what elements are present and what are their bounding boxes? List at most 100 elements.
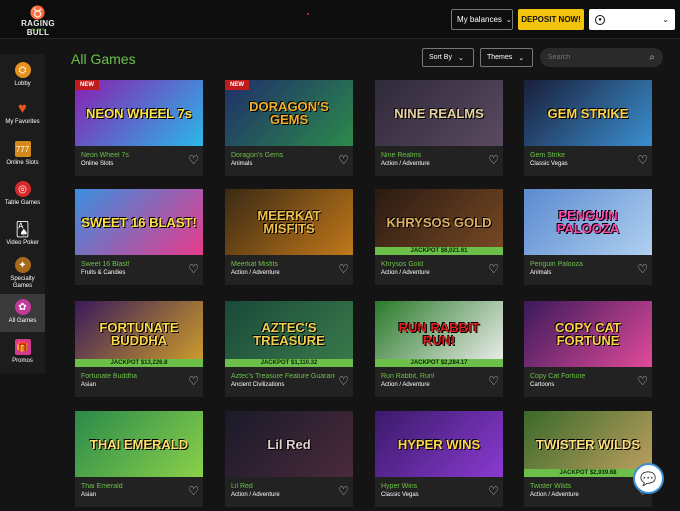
favorite-heart-icon[interactable]: ♡ (338, 154, 349, 166)
game-title[interactable]: Penguin Palooza (530, 261, 634, 268)
game-thumbnail[interactable]: SWEET 16 BLAST! (75, 189, 203, 255)
game-art-title: THAI EMERALD (89, 436, 189, 452)
jackpot-banner: JACKPOT $6,021.61 (375, 247, 503, 255)
game-category: Action / Adventure (381, 270, 430, 276)
game-card[interactable]: KHRYSOS GOLD JACKPOT $6,021.61 Khrysos Gol… (375, 189, 503, 285)
favorite-heart-icon[interactable]: ♡ (488, 263, 499, 275)
themes-dropdown[interactable]: Themes ⌄ (480, 48, 533, 67)
game-title[interactable]: Fortunate Buddha (81, 373, 185, 380)
game-thumbnail[interactable]: MEERKAT MISFITS (225, 189, 353, 255)
slot-machine-icon: 777 (14, 141, 31, 157)
specialty-icon: ✦ (14, 257, 31, 273)
game-card[interactable]: SWEET 16 BLAST! Sweet 16 Blast! Fruits & C… (75, 189, 203, 285)
game-art-title: Lil Red (267, 436, 311, 452)
game-title[interactable]: Copy Cat Fortune (530, 373, 634, 380)
favorite-heart-icon[interactable]: ♡ (188, 375, 199, 387)
favorite-heart-icon[interactable]: ♡ (637, 154, 648, 166)
game-title[interactable]: Hyper Wins (381, 483, 485, 490)
favorite-heart-icon[interactable]: ♡ (637, 263, 648, 275)
game-card[interactable]: Lil Red Lil Red Action / Adventure ♡ (225, 411, 353, 507)
jackpot-banner: JACKPOT $2,284.17 (375, 359, 503, 367)
game-card[interactable]: COPY CAT FORTUNE Copy Cat Fortune Cartoons… (524, 301, 652, 397)
sidebar-item-label: All Games (8, 318, 37, 324)
favorite-heart-icon[interactable]: ♡ (488, 375, 499, 387)
game-title[interactable]: Lil Red (231, 483, 335, 490)
bull-icon: ♉ (29, 5, 47, 20)
game-title[interactable]: Twister Wilds (530, 483, 634, 490)
game-title[interactable]: Doragon's Gems (231, 152, 335, 159)
favorite-heart-icon[interactable]: ♡ (637, 375, 648, 387)
game-card[interactable]: MEERKAT MISFITS Meerkat Misfits Action / A… (225, 189, 353, 285)
favorite-heart-icon[interactable]: ♡ (338, 263, 349, 275)
new-badge: NEW (225, 80, 249, 90)
game-card[interactable]: AZTEC'S TREASURE JACKPOT $1,110.32 Aztec's… (225, 301, 353, 397)
sidebar-item-my-favorites[interactable]: ♥ My Favorites (0, 97, 45, 133)
game-title[interactable]: Aztec's Treasure Feature Guarantee (231, 373, 335, 380)
favorite-heart-icon[interactable]: ♡ (488, 485, 499, 497)
game-card[interactable]: PENGUIN PALOOZA Penguin Palooza Animals ♡ (524, 189, 652, 285)
favorite-heart-icon[interactable]: ♡ (488, 154, 499, 166)
game-thumbnail[interactable]: KHRYSOS GOLD (375, 189, 503, 255)
sidebar-item-label: Video Poker (6, 240, 39, 246)
chat-bubble-icon: 💬 (640, 470, 657, 486)
game-title[interactable]: Neon Wheel 7s (81, 152, 185, 159)
sidebar-item-all-games[interactable]: ✿ All Games (0, 294, 45, 332)
game-thumbnail[interactable]: FORTUNATE BUDDHA (75, 301, 203, 367)
sort-by-label: Sort By (429, 54, 452, 61)
favorite-heart-icon[interactable]: ♡ (188, 263, 199, 275)
game-thumbnail[interactable]: GEM STRIKE (524, 80, 652, 146)
sidebar-item-table-games[interactable]: ◎ Table Games (0, 177, 45, 213)
game-title[interactable]: Khrysos Gold (381, 261, 485, 268)
game-title[interactable]: Nine Realms (381, 152, 485, 159)
game-thumbnail[interactable]: PENGUIN PALOOZA (524, 189, 652, 255)
favorite-heart-icon[interactable]: ♡ (338, 485, 349, 497)
favorite-heart-icon[interactable]: ♡ (338, 375, 349, 387)
game-title[interactable]: Thai Emerald (81, 483, 185, 490)
game-thumbnail[interactable]: NINE REALMS (375, 80, 503, 146)
game-title[interactable]: Run Rabbit, Run! (381, 373, 485, 380)
sidebar-item-label: Promos (12, 358, 33, 364)
game-thumbnail[interactable]: AZTEC'S TREASURE (225, 301, 353, 367)
game-title[interactable]: Gem Strike (530, 152, 634, 159)
game-card[interactable]: GEM STRIKE Gem Strike Classic Vegas ♡ (524, 80, 652, 176)
game-thumbnail[interactable]: Lil Red (225, 411, 353, 477)
account-menu-button[interactable]: ● ⌄ (589, 9, 675, 30)
sidebar-item-online-slots[interactable]: 777 Online Slots (0, 137, 45, 173)
sidebar-item-label: My Favorites (5, 119, 40, 125)
game-title[interactable]: Sweet 16 Blast! (81, 261, 185, 268)
game-thumbnail[interactable]: RUN RABBIT RUN! (375, 301, 503, 367)
game-card[interactable]: TWISTER WILDS JACKPOT $2,939.68 Twister Wi… (524, 411, 652, 507)
game-art-title: DORAGON'S GEMS (249, 99, 329, 127)
notification-dot (307, 13, 309, 15)
game-category: Action / Adventure (231, 492, 280, 498)
sidebar-item-video-poker[interactable]: 🂡 Video Poker (0, 217, 45, 253)
sidebar-item-lobby[interactable]: ⛭ Lobby (0, 58, 45, 94)
chat-support-button[interactable]: 💬 (633, 463, 664, 494)
game-thumbnail[interactable]: COPY CAT FORTUNE (524, 301, 652, 367)
game-title[interactable]: Meerkat Misfits (231, 261, 335, 268)
game-card[interactable]: NEON WHEEL 7s NEW Neon Wheel 7s Online Slot… (75, 80, 203, 176)
favorite-heart-icon[interactable]: ♡ (188, 485, 199, 497)
game-category: Asian (81, 382, 97, 388)
game-art-title: HYPER WINS (397, 436, 481, 452)
favorite-heart-icon[interactable]: ♡ (188, 154, 199, 166)
raging-bull-logo[interactable]: ♉ RAGING BULL SLOTS (12, 5, 64, 37)
game-card[interactable]: HYPER WINS Hyper Wins Classic Vegas ♡ (375, 411, 503, 507)
search-input[interactable] (548, 54, 638, 61)
sidebar-item-specialty-games[interactable]: ✦ Specialty Games (0, 255, 45, 293)
game-card[interactable]: THAI EMERALD Thai Emerald Asian ♡ (75, 411, 203, 507)
deposit-now-button[interactable]: DEPOSIT NOW! (518, 9, 584, 30)
chevron-down-icon: ⌄ (457, 54, 464, 62)
sidebar-item-promos[interactable]: 🎁 Promos (0, 336, 45, 372)
game-card[interactable]: RUN RABBIT RUN! JACKPOT $2,284.17 Run Rabb… (375, 301, 503, 397)
game-card[interactable]: NINE REALMS Nine Realms Action / Adventure… (375, 80, 503, 176)
game-thumbnail[interactable]: HYPER WINS (375, 411, 503, 477)
game-thumbnail[interactable]: THAI EMERALD (75, 411, 203, 477)
game-card[interactable]: FORTUNATE BUDDHA JACKPOT $13,226.8 Fortuna… (75, 301, 203, 397)
sort-by-dropdown[interactable]: Sort By ⌄ (422, 48, 474, 67)
my-balances-button[interactable]: My balances ⌄ (451, 9, 513, 30)
game-thumbnail[interactable]: TWISTER WILDS (524, 411, 652, 477)
game-category: Asian (81, 492, 97, 498)
game-card[interactable]: DORAGON'S GEMS NEW Doragon's Gems Animals ♡ (225, 80, 353, 176)
search-icon[interactable]: ⌕ (649, 52, 655, 63)
